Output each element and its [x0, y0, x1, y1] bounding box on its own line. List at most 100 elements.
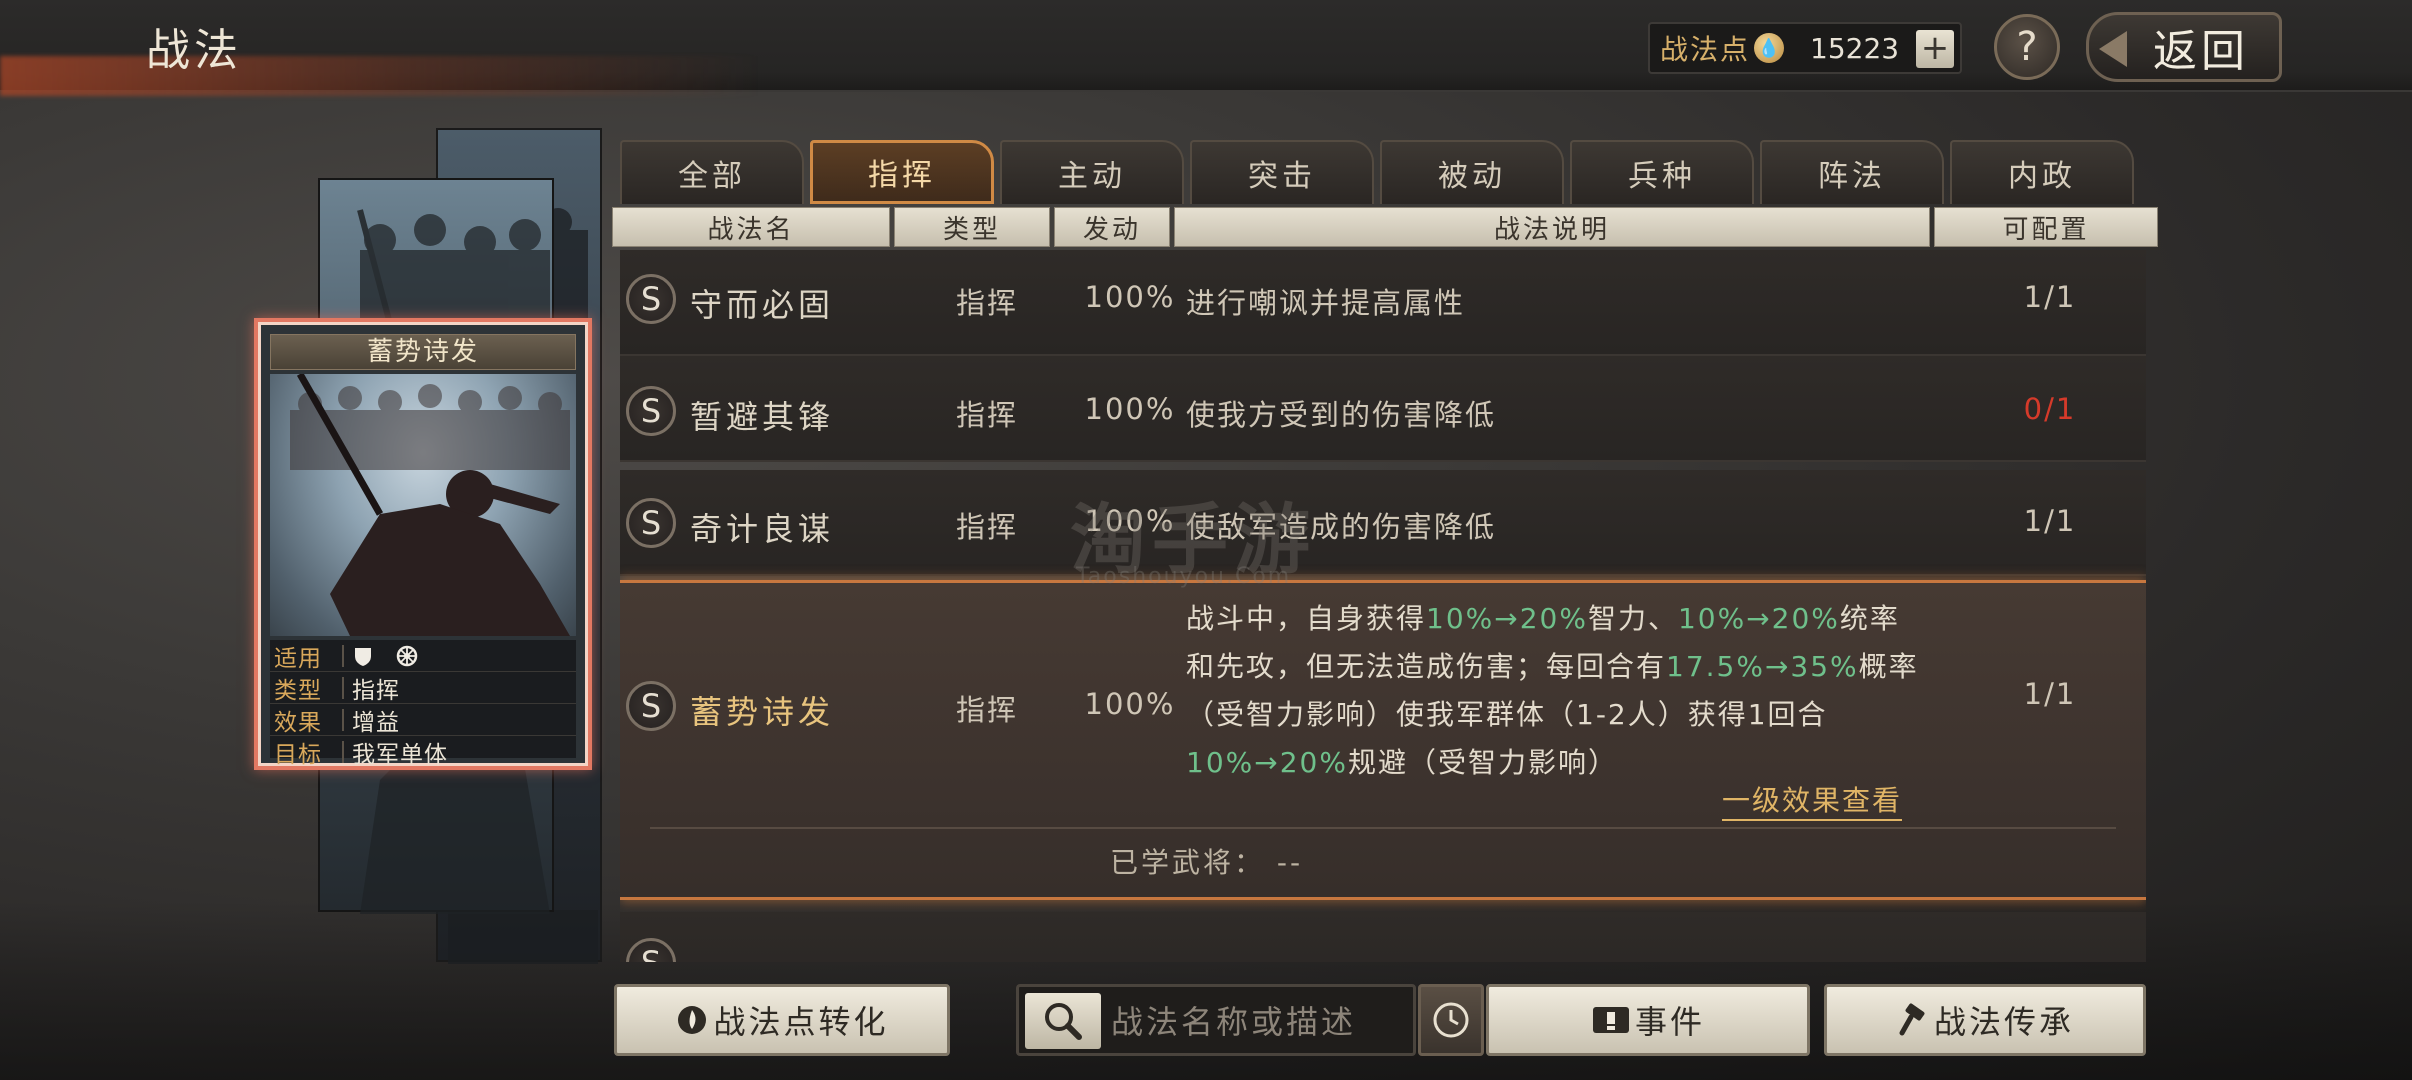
grade-badge: S	[626, 386, 676, 436]
tab-passive[interactable]: 被动	[1380, 140, 1564, 204]
tactic-name: 暂避其锋	[690, 398, 835, 436]
add-points-button[interactable]: +	[1916, 30, 1954, 68]
tactic-config: 1/1	[2023, 677, 2077, 711]
tactic-inherit-button[interactable]: 战法传承	[1824, 984, 2146, 1056]
card-info-panel: 适用 类型 指挥 效果 增益 目标 我军单体	[270, 640, 576, 766]
header-configurable[interactable]: 可配置	[1934, 207, 2158, 247]
grade-badge: S	[626, 274, 676, 324]
search-button[interactable]	[1025, 993, 1101, 1049]
clock-icon	[1433, 1002, 1469, 1038]
event-icon	[1592, 1007, 1629, 1033]
card-row-target: 目标 我军单体	[270, 736, 576, 768]
page-title: 战法	[146, 25, 242, 76]
title-glow	[0, 56, 760, 96]
tactic-type: 指挥	[955, 510, 1018, 544]
category-tabs: 全部 指挥 主动 突击 被动 兵种 阵法 内政	[620, 140, 2138, 204]
tab-internal[interactable]: 内政	[1950, 140, 2134, 204]
applicable-icons	[352, 643, 432, 669]
desc-text: 规避（受智力影响）	[1347, 746, 1618, 779]
tab-all[interactable]: 全部	[620, 140, 804, 204]
tactic-type: 指挥	[955, 398, 1018, 432]
tactic-type: 指挥	[955, 693, 1018, 727]
tab-assault[interactable]: 突击	[1190, 140, 1374, 204]
search-icon	[1045, 1003, 1082, 1040]
help-button[interactable]: ?	[1994, 14, 2060, 80]
tactic-list: S 守而必固 指挥 100% 进行嘲讽并提高属性 1/1 S 暂避其锋 指挥 1…	[620, 250, 2146, 962]
card-row-applicable: 适用	[270, 640, 576, 672]
header-type[interactable]: 类型	[894, 207, 1050, 247]
tactic-name: 守而必固	[690, 286, 835, 324]
grade-badge: S	[626, 681, 676, 731]
event-label: 事件	[1634, 1003, 1705, 1041]
divider	[650, 827, 2116, 829]
desc-value: 10%→20%	[1677, 602, 1840, 635]
divider	[342, 644, 344, 667]
header-rate[interactable]: 发动	[1054, 207, 1170, 247]
selected-tactic-card[interactable]: 蓄势诗发 适用 类型 指挥 效果 增益 目标 我军单体	[254, 318, 592, 770]
tab-troop[interactable]: 兵种	[1570, 140, 1754, 204]
card-row-value: 指挥	[352, 677, 400, 704]
shield-icon	[355, 648, 371, 666]
tab-command[interactable]: 指挥	[810, 140, 994, 204]
tactic-name: 蓄势诗发	[690, 693, 835, 731]
table-row[interactable]: S	[620, 912, 2146, 962]
divider	[342, 708, 344, 731]
table-row-expanded[interactable]: S 蓄势诗发 指挥 100% 战斗中，自身获得10%→20%智力、10%→20%…	[620, 580, 2146, 900]
history-button[interactable]	[1418, 984, 1484, 1056]
tactic-config: 1/1	[2023, 280, 2077, 314]
tactic-rate: 100%	[1084, 280, 1176, 314]
card-row-value: 我军单体	[352, 741, 448, 768]
card-row-type: 类型 指挥	[270, 672, 576, 704]
tactic-points-box: 战法点 💧 15223 +	[1648, 22, 1962, 74]
tactic-name: 奇计良谋	[690, 510, 835, 548]
header-description: 战法说明	[1174, 207, 1930, 247]
desc-value: 10%→20%	[1426, 602, 1588, 635]
card-row-key: 效果	[274, 709, 322, 736]
ink-drop-icon	[678, 1006, 707, 1034]
level-one-effect-link[interactable]: 一级效果查看	[1722, 779, 1903, 821]
tactic-rate: 100%	[1084, 392, 1176, 426]
top-bar: 战法 战法点 💧 15223 + ? 返回	[0, 0, 2412, 96]
desc-value: 10%→20%	[1186, 746, 1348, 779]
card-art	[270, 372, 576, 636]
desc-text: 智力、	[1587, 602, 1678, 635]
tactic-description: 使我方受到的伤害降低	[1186, 398, 1497, 432]
tactic-config: 0/1	[2023, 392, 2077, 426]
learned-value: --	[1276, 846, 1304, 879]
table-row[interactable]: S 守而必固 指挥 100% 进行嘲讽并提高属性 1/1	[620, 250, 2146, 356]
divider	[342, 740, 344, 763]
tactic-long-description: 战斗中，自身获得10%→20%智力、10%→20%统率和先攻，但无法造成伤害；每…	[1186, 595, 1926, 787]
tab-active[interactable]: 主动	[1000, 140, 1184, 204]
wheel-icon	[397, 645, 418, 667]
grade-badge: S	[626, 938, 676, 962]
watermark-sub: Taoshouyou.Com	[1076, 564, 1292, 589]
hammer-icon	[1899, 1003, 1925, 1036]
back-arrow-icon	[2099, 31, 2127, 67]
back-label: 返回	[2153, 26, 2249, 77]
table-header: 战法名 类型 发动 战法说明 可配置	[612, 207, 2158, 247]
tab-formation[interactable]: 阵法	[1760, 140, 1944, 204]
convert-points-button[interactable]: 战法点转化	[614, 984, 950, 1056]
card-row-key: 目标	[274, 741, 322, 768]
search-input[interactable]	[1111, 995, 1411, 1049]
table-row[interactable]: S 奇计良谋 指挥 100% 使敌军造成的伤害降低 1/1	[620, 470, 2146, 576]
ink-drop-icon: 💧	[1754, 33, 1785, 63]
search-box	[1016, 984, 1416, 1056]
card-title: 蓄势诗发	[270, 334, 576, 370]
learned-generals: 已学武将： --	[1110, 841, 1303, 881]
table-row[interactable]: S 暂避其锋 指挥 100% 使我方受到的伤害降低 0/1	[620, 356, 2146, 462]
back-button[interactable]: 返回	[2086, 12, 2282, 82]
learned-label: 已学武将：	[1110, 846, 1266, 879]
divider	[342, 676, 344, 699]
card-row-effect: 效果 增益	[270, 704, 576, 736]
tactic-config: 1/1	[2023, 504, 2077, 538]
points-value: 15223	[1810, 31, 1900, 65]
convert-label: 战法点转化	[713, 1003, 889, 1041]
header-name[interactable]: 战法名	[612, 207, 890, 247]
points-label: 战法点	[1660, 33, 1751, 66]
desc-value: 17.5%→35%	[1666, 650, 1859, 683]
event-button[interactable]: 事件	[1486, 984, 1810, 1056]
tactic-type: 指挥	[955, 286, 1018, 320]
card-row-key: 类型	[274, 677, 322, 704]
card-row-value: 增益	[352, 709, 400, 736]
